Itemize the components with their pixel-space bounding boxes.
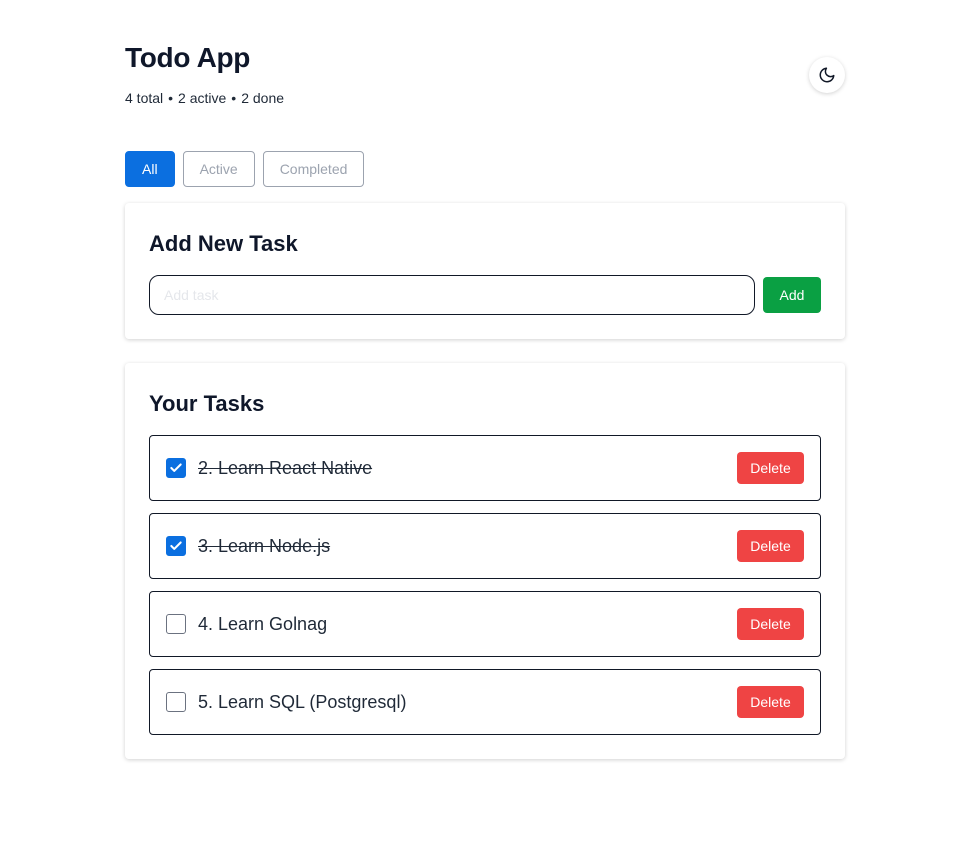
task-text: 4. Learn Golnag [198, 614, 328, 634]
task-text: 2. Learn React Native [198, 458, 373, 478]
delete-button[interactable]: Delete [737, 452, 804, 484]
page-title: Todo App [125, 42, 251, 73]
moon-icon [819, 67, 835, 83]
task-item: 5. Learn SQL (Postgresql) Delete [149, 669, 821, 735]
total-count: 4 total [125, 90, 164, 106]
task-stats: 4 total • 2 active • 2 done [125, 90, 845, 106]
separator: • [231, 90, 237, 106]
theme-toggle-button[interactable] [809, 57, 845, 93]
delete-button[interactable]: Delete [737, 608, 804, 640]
task-list-heading: Your Tasks [149, 391, 265, 416]
task-text: 3. Learn Node.js [198, 536, 331, 556]
add-task-card: Add New Task Add [125, 203, 845, 339]
task-item: 4. Learn Golnag Delete [149, 591, 821, 657]
filter-tabs: All Active Completed [125, 151, 365, 187]
filter-active-button[interactable]: Active [182, 151, 255, 187]
task-item: 2. Learn React Native Delete [149, 435, 821, 501]
check-icon [170, 541, 182, 550]
task-input[interactable] [149, 275, 755, 315]
check-icon [170, 463, 182, 472]
add-task-heading: Add New Task [149, 231, 298, 256]
task-checkbox[interactable] [166, 692, 186, 712]
delete-button[interactable]: Delete [737, 686, 804, 718]
task-item: 3. Learn Node.js Delete [149, 513, 821, 579]
active-count: 2 active [178, 90, 227, 106]
add-button[interactable]: Add [763, 277, 821, 313]
separator: • [168, 90, 174, 106]
filter-all-button[interactable]: All [125, 151, 175, 187]
task-list: 2. Learn React Native Delete 3. Learn No… [149, 435, 821, 747]
task-list-card: Your Tasks 2. Learn React Native Delete … [125, 363, 845, 759]
delete-button[interactable]: Delete [737, 530, 804, 562]
task-checkbox[interactable] [166, 614, 186, 634]
done-count: 2 done [241, 90, 285, 106]
task-checkbox[interactable] [166, 458, 186, 478]
filter-completed-button[interactable]: Completed [262, 151, 365, 187]
task-checkbox[interactable] [166, 536, 186, 556]
app-header: Todo App 4 total • 2 active • 2 done [125, 40, 845, 120]
task-text: 5. Learn SQL (Postgresql) [198, 692, 407, 712]
